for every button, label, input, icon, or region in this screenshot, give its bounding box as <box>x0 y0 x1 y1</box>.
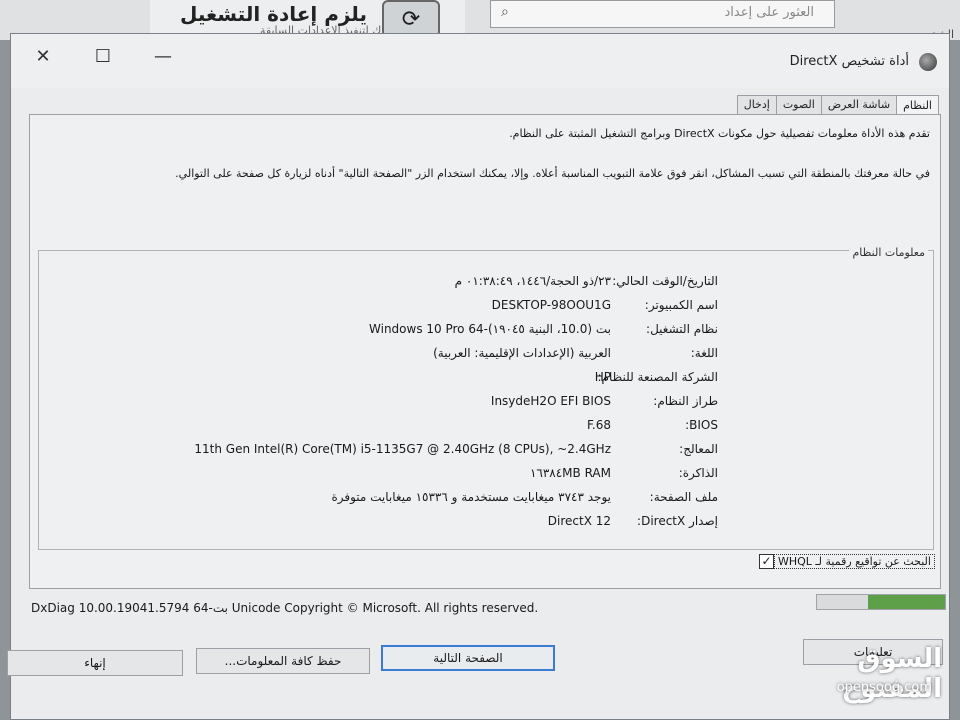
exit-button[interactable]: إنهاء <box>7 650 183 676</box>
system-info-row: طراز النظام: InsydeH2O EFI BIOS <box>43 394 933 416</box>
directx-diagnostic-dialog: ✕ ☐ — أداة تشخيص DirectX النظام شاشة الع… <box>7 33 950 720</box>
system-info-row: اسم الكمبيوتر: DESKTOP-98OOU1G <box>43 298 933 320</box>
system-info-row: الذاكرة: ١٦٣٨٤MB RAM <box>43 466 933 488</box>
tab-input[interactable]: إدخال <box>736 95 777 114</box>
minimize-icon[interactable]: — <box>143 42 183 70</box>
system-info-label: اسم الكمبيوتر: <box>644 298 718 312</box>
system-info-label: إصدار DirectX: <box>637 514 718 528</box>
watermark-arabic: السوق المفتوح <box>841 644 942 704</box>
system-info-group: التاريخ/الوقت الحالي: ٢٣/ذو الحجة/١٤٤٦، ٠… <box>38 250 934 550</box>
system-tab-panel: تقدم هذه الأداة معلومات تفصيلية حول مكون… <box>29 114 941 589</box>
system-info-value: ٢٣/ذو الحجة/١٤٤٦، ٠١:٣٨:٤٩ م <box>454 274 611 288</box>
search-placeholder: العثور على إعداد <box>724 5 814 20</box>
close-icon[interactable]: ✕ <box>23 42 63 70</box>
system-info-row: نظام التشغيل: Windows 10 Pro 64-بت (10.0،… <box>43 322 933 344</box>
directx-app-icon <box>919 53 937 71</box>
intro-text-line1: تقدم هذه الأداة معلومات تفصيلية حول مكون… <box>509 127 930 140</box>
system-info-row: إصدار DirectX: DirectX 12 <box>43 514 933 536</box>
tab-system[interactable]: النظام <box>896 95 939 114</box>
whql-check-row[interactable]: ✓ البحث عن تواقيع رقمية لـ WHQL <box>754 552 935 570</box>
system-info-heading: معلومات النظام <box>849 246 928 259</box>
system-info-value: العربية (الإعدادات الإقليمية: العربية) <box>433 346 611 360</box>
system-info-label: طراز النظام: <box>653 394 718 408</box>
system-info-label: الشركة المصنعة للنظام: <box>597 370 719 384</box>
system-info-label: اللغة: <box>690 346 718 360</box>
system-info-value: HP <box>594 370 611 384</box>
whql-checkbox[interactable]: ✓ <box>759 553 774 569</box>
system-info-label: المعالج: <box>679 442 718 456</box>
system-info-label: نظام التشغيل: <box>646 322 718 336</box>
system-info-value: 11th Gen Intel(R) Core(TM) i5-1135G7 @ 2… <box>194 442 611 456</box>
whql-label: البحث عن تواقيع رقمية لـ WHQL <box>774 553 935 569</box>
system-info-row: اللغة: العربية (الإعدادات الإقليمية: العر… <box>43 346 933 368</box>
system-info-row: BIOS: F.68 <box>43 418 933 440</box>
maximize-icon[interactable]: ☐ <box>83 42 123 70</box>
progress-fill <box>868 595 945 609</box>
system-info-label: BIOS: <box>685 418 718 432</box>
system-info-value: ١٦٣٨٤MB RAM <box>529 466 611 480</box>
system-info-value: InsydeH2O EFI BIOS <box>490 394 611 408</box>
tab-display[interactable]: شاشة العرض <box>820 95 898 114</box>
save-all-info-button[interactable]: حفظ كافة المعلومات... <box>196 648 370 674</box>
copyright-text: DxDiag 10.00.19041.5794 64-بت Unicode Co… <box>31 601 539 615</box>
system-info-value: يوجد ٣٧٤٣ ميغابايت مستخدمة و ١٥٣٣٦ ميغاب… <box>331 490 611 504</box>
system-info-value: Windows 10 Pro 64-بت (10.0، البنية ١٩٠٤٥… <box>369 322 611 336</box>
system-info-row: التاريخ/الوقت الحالي: ٢٣/ذو الحجة/١٤٤٦، ٠… <box>43 274 933 296</box>
search-icon: ⌕ <box>501 4 509 20</box>
system-info-label: ملف الصفحة: <box>649 490 718 504</box>
tab-sound[interactable]: الصوت <box>775 95 822 114</box>
intro-text-line2: في حالة معرفتك بالمنطقة التي تسبب المشاك… <box>175 167 930 180</box>
system-info-value: F.68 <box>586 418 611 432</box>
watermark-english: opensooq.com <box>836 680 932 695</box>
tab-bar: النظام شاشة العرض الصوت إدخال <box>736 95 939 114</box>
window-title: أداة تشخيص DirectX <box>789 54 909 69</box>
system-info-row: ملف الصفحة: يوجد ٣٧٤٣ ميغابايت مستخدمة و … <box>43 490 933 512</box>
restart-required-title: يلزم إعادة التشغيل <box>180 2 367 26</box>
opensooq-watermark: السوق المفتوح opensooq.com <box>772 640 952 704</box>
next-page-button[interactable]: الصفحة التالية <box>381 645 555 671</box>
system-info-row: الشركة المصنعة للنظام: HP <box>43 370 933 392</box>
system-info-value: DirectX 12 <box>547 514 611 528</box>
progress-bar <box>816 594 946 610</box>
system-info-row: المعالج: 11th Gen Intel(R) Core(TM) i5-11… <box>43 442 933 464</box>
system-info-label: التاريخ/الوقت الحالي: <box>612 274 718 288</box>
settings-search-input[interactable]: العثور على إعداد ⌕ <box>490 0 835 28</box>
system-info-value: DESKTOP-98OOU1G <box>491 298 611 312</box>
system-info-label: الذاكرة: <box>678 466 718 480</box>
title-bar: ✕ ☐ — أداة تشخيص DirectX <box>11 34 949 88</box>
